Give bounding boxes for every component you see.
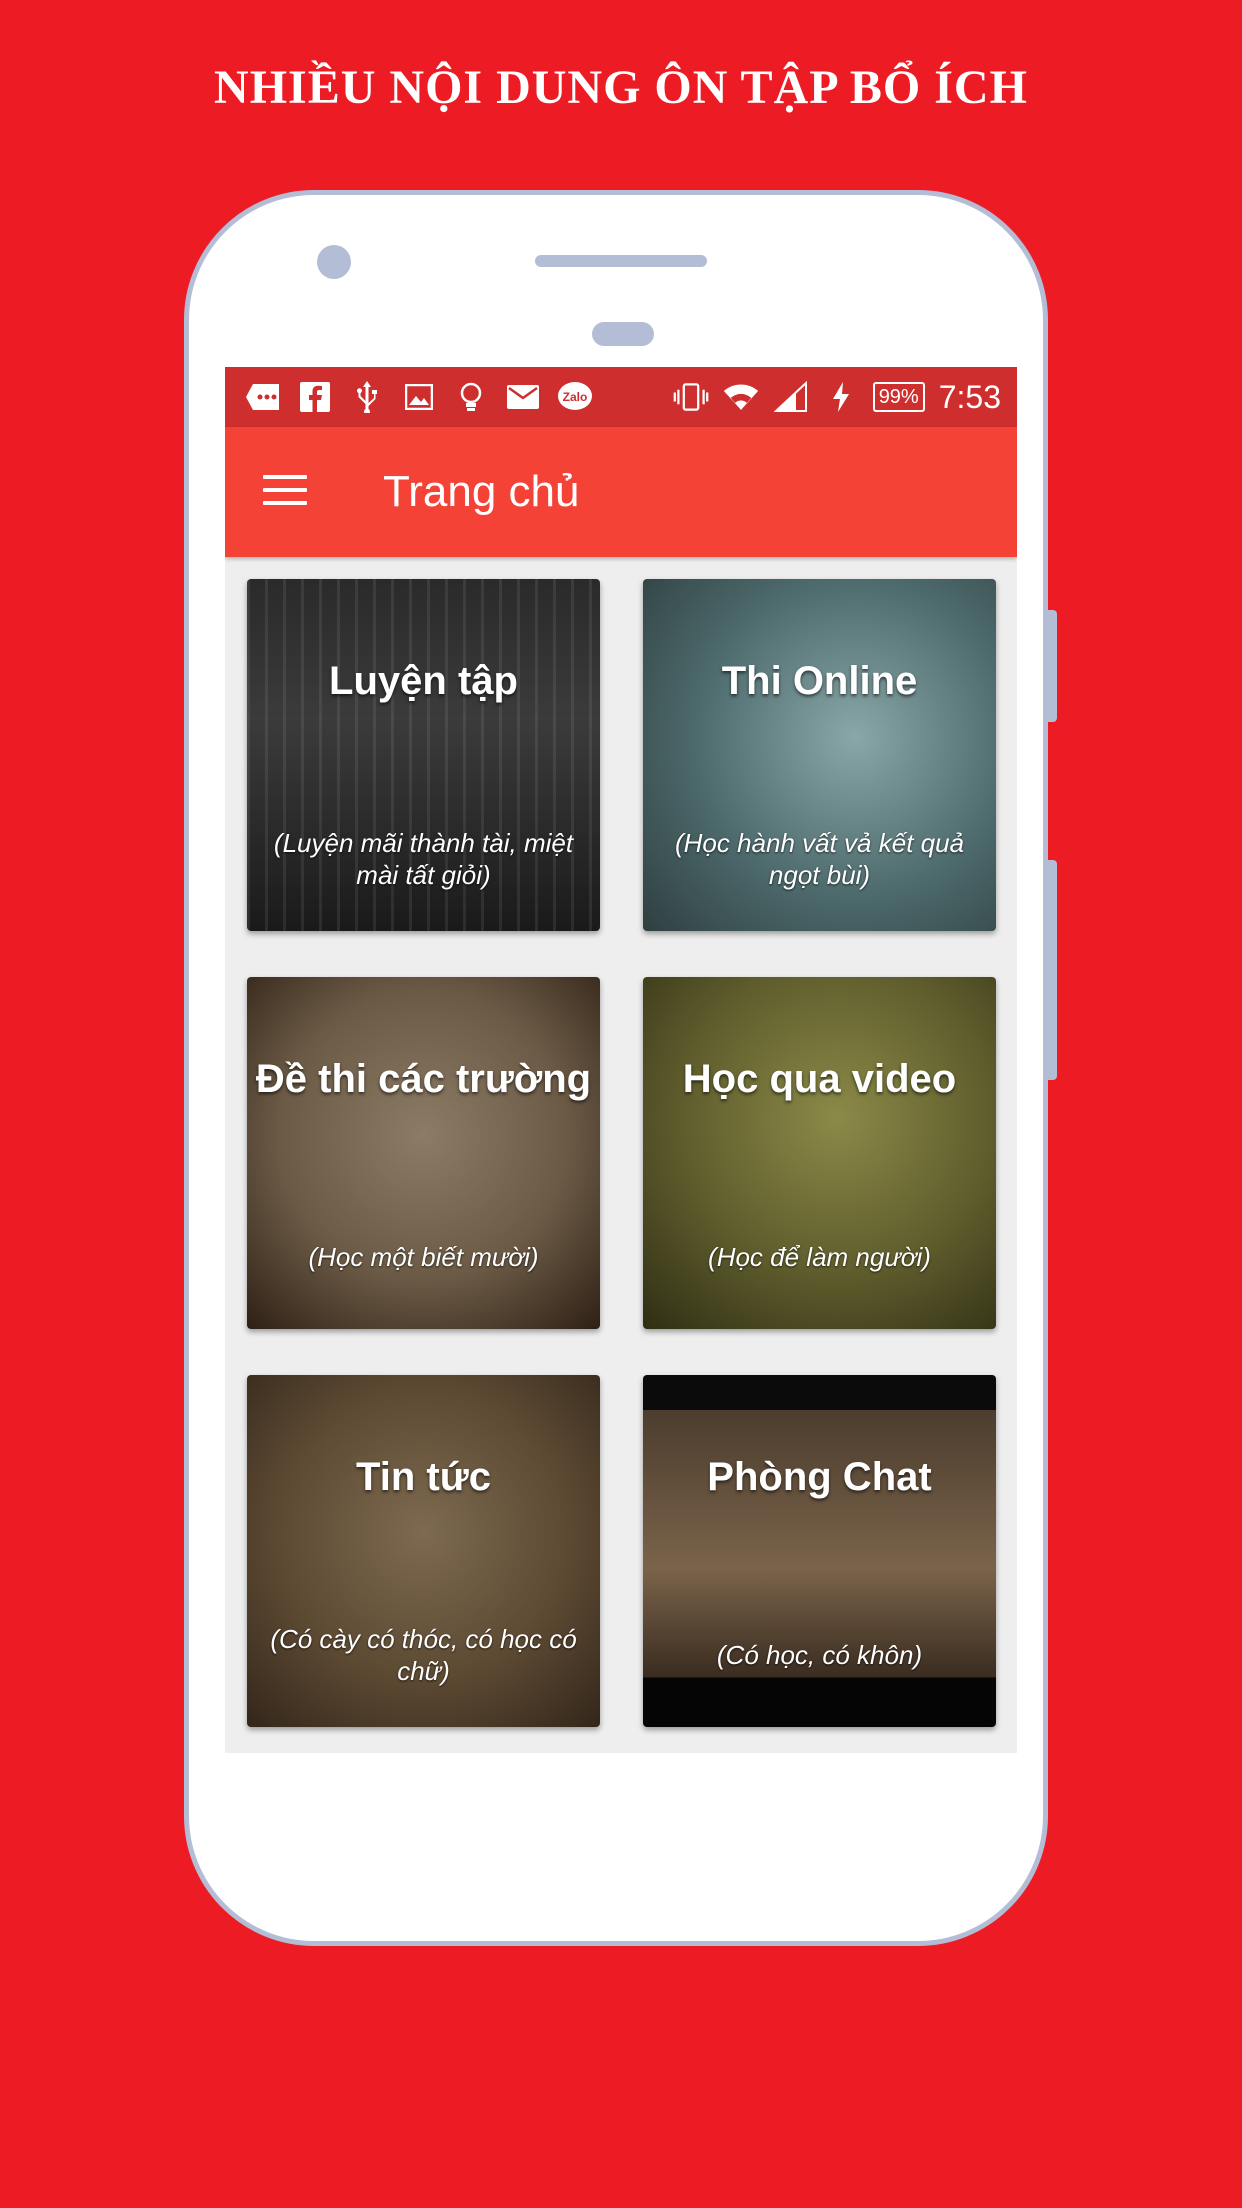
vibrate-icon bbox=[673, 379, 709, 415]
lightbulb-icon bbox=[453, 379, 489, 415]
card-thi-online[interactable]: Thi Online (Học hành vất vả kết quả ngọt… bbox=[643, 579, 996, 931]
card-de-thi-cac-truong[interactable]: Đề thi các trường (Học một biết mười) bbox=[247, 977, 600, 1329]
proximity-sensor bbox=[592, 322, 654, 346]
card-title: Tin tức bbox=[356, 1455, 491, 1499]
front-camera bbox=[317, 245, 351, 279]
signal-icon bbox=[773, 379, 809, 415]
card-subtitle: (Học hành vất vả kết quả ngọt bùi) bbox=[674, 828, 965, 890]
card-title: Luyện tập bbox=[329, 659, 518, 703]
card-title: Đề thi các trường bbox=[255, 1057, 592, 1101]
status-bar: Zalo 99% 7:53 bbox=[225, 367, 1017, 427]
power-button bbox=[1048, 860, 1057, 1080]
card-luyen-tap[interactable]: Luyện tập (Luyện mãi thành tài, miệt mài… bbox=[247, 579, 600, 931]
card-subtitle: (Có cày có thóc, có học có chữ) bbox=[270, 1624, 577, 1686]
hamburger-menu-icon[interactable] bbox=[263, 475, 307, 509]
notification-icons: Zalo bbox=[245, 379, 593, 415]
svg-text:Zalo: Zalo bbox=[563, 390, 588, 404]
battery-level: 99% bbox=[872, 382, 925, 412]
card-subtitle: (Có học, có khôn) bbox=[716, 1640, 923, 1670]
volume-button bbox=[1048, 610, 1057, 722]
page-title: Trang chủ bbox=[383, 467, 580, 516]
card-subtitle: (Học để làm người) bbox=[708, 1242, 931, 1272]
card-subtitle: (Luyện mãi thành tài, miệt mài tất giỏi) bbox=[273, 828, 574, 890]
card-subtitle: (Học một biết mười) bbox=[308, 1242, 539, 1272]
wifi-icon bbox=[723, 379, 759, 415]
image-icon bbox=[401, 379, 437, 415]
messages-icon bbox=[245, 379, 281, 415]
card-hoc-qua-video[interactable]: Học qua video (Học để làm người) bbox=[643, 977, 996, 1329]
promo-title: NHIỀU NỘI DUNG ÔN TẬP BỔ ÍCH bbox=[214, 61, 1028, 114]
zalo-icon: Zalo bbox=[557, 379, 593, 415]
card-tin-tuc[interactable]: Tin tức (Có cày có thóc, có học có chữ) bbox=[247, 1375, 600, 1727]
system-icons: 99% 7:53 bbox=[673, 377, 1001, 417]
phone-screen: Zalo 99% 7:53 Trang chủ Luyện tập (Luyện… bbox=[225, 367, 1017, 1753]
charging-icon bbox=[823, 379, 859, 415]
usb-icon bbox=[349, 379, 385, 415]
mail-icon bbox=[505, 379, 541, 415]
earpiece bbox=[535, 255, 707, 267]
app-bar: Trang chủ bbox=[225, 427, 1017, 557]
card-title: Thi Online bbox=[721, 659, 918, 703]
clock: 7:53 bbox=[938, 379, 1001, 415]
card-title: Học qua video bbox=[682, 1057, 957, 1101]
facebook-icon bbox=[297, 379, 333, 415]
card-phong-chat[interactable]: Phòng Chat (Có học, có khôn) bbox=[643, 1375, 996, 1727]
card-title: Phòng Chat bbox=[707, 1455, 932, 1499]
